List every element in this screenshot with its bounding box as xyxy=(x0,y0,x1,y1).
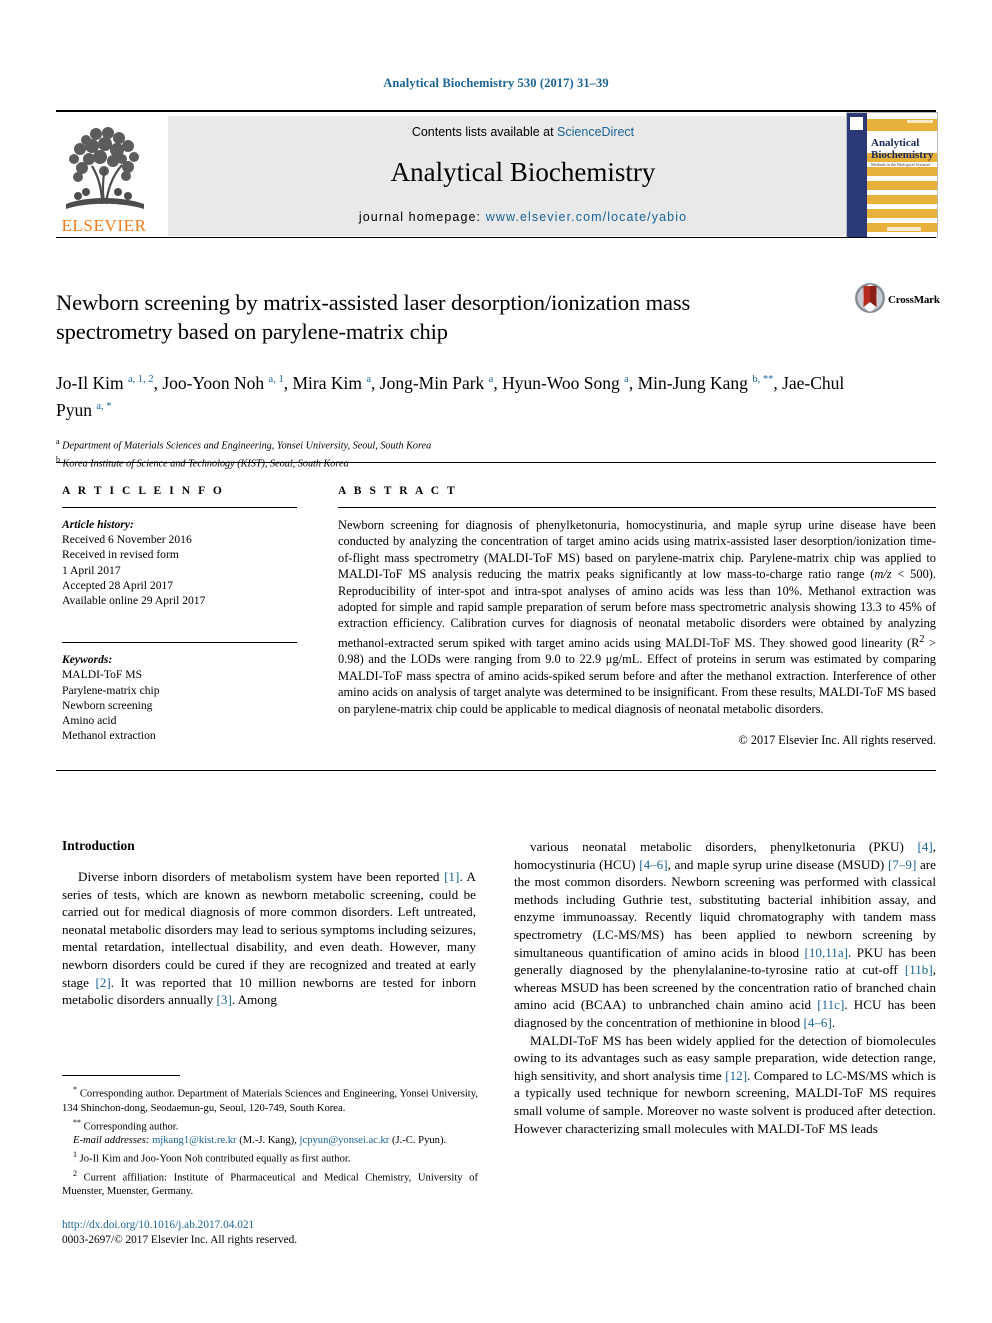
doi-link[interactable]: http://dx.doi.org/10.1016/j.ab.2017.04.0… xyxy=(62,1218,482,1233)
footnote-marker-1: 1 xyxy=(73,1150,77,1160)
citation-ref[interactable]: [4–6] xyxy=(803,1015,831,1030)
title-block: CrossMark Newborn screening by matrix-as… xyxy=(56,283,940,471)
body-paragraph: various neonatal metabolic disorders, ph… xyxy=(514,839,936,1030)
abstract-column: A B S T R A C T Newborn screening for di… xyxy=(338,485,936,748)
email-link-2[interactable]: jcpyun@yonsei.ac.kr xyxy=(300,1135,390,1146)
footnote-note-1: 1 Jo-Il Kim and Joo-Yoon Noh contributed… xyxy=(62,1148,478,1167)
history-item: Received 6 November 2016 xyxy=(62,533,192,547)
article-history-group: Article history: Received 6 November 201… xyxy=(62,517,297,608)
footnote-text: Current affiliation: Institute of Pharma… xyxy=(62,1172,478,1198)
contents-available-line: Contents lists available at ScienceDirec… xyxy=(168,125,878,139)
doi-block: http://dx.doi.org/10.1016/j.ab.2017.04.0… xyxy=(62,1218,482,1248)
svg-text:Biochemistry: Biochemistry xyxy=(871,149,934,161)
abstract-heading: A B S T R A C T xyxy=(338,485,458,497)
journal-cover-thumbnail[interactable]: Analytical Biochemistry Methods in the B… xyxy=(846,112,938,238)
history-item: 1 April 2017 xyxy=(62,563,121,577)
journal-masthead: ELSEVIER Contents lists available at Sci… xyxy=(56,110,938,238)
footnote-corresponding-author-1: * Corresponding author. Department of Ma… xyxy=(62,1083,478,1116)
email-owner-1: (M.-J. Kang) xyxy=(239,1135,295,1147)
citation-ref[interactable]: [2] xyxy=(96,975,111,990)
article-info-rule xyxy=(62,507,297,508)
footnote-block: * Corresponding author. Department of Ma… xyxy=(62,1075,478,1199)
running-head: Analytical Biochemistry 530 (2017) 31–39 xyxy=(383,76,609,90)
footnote-text: Corresponding author. Department of Mate… xyxy=(62,1088,478,1114)
footnote-text: Jo-Il Kim and Joo-Yoon Noh contributed e… xyxy=(79,1153,351,1165)
affiliation-list: a Department of Materials Sciences and E… xyxy=(56,435,886,471)
citation-ref[interactable]: [3] xyxy=(217,992,232,1007)
abstract-bottom-rule xyxy=(56,770,936,771)
issn-copyright-line: 0003-2697/© 2017 Elsevier Inc. All right… xyxy=(62,1234,298,1246)
contents-prefix: Contents lists available at xyxy=(411,125,558,139)
citation-ref[interactable]: [11b] xyxy=(905,962,933,977)
citation-ref[interactable]: [4–6] xyxy=(639,857,667,872)
elsevier-logo: ELSEVIER xyxy=(56,116,152,236)
article-info-column: A R T I C L E I N F O Article history: R… xyxy=(62,485,297,743)
keyword-item: Amino acid xyxy=(62,714,117,728)
footnote-emails: E-mail addresses: mjkang1@kist.re.kr (M.… xyxy=(73,1135,447,1147)
footnote-note-2: 2 Current affiliation: Institute of Phar… xyxy=(62,1167,478,1200)
article-history-label: Article history: xyxy=(62,518,134,531)
citation-ref[interactable]: [12] xyxy=(725,1068,747,1083)
footnote-corresponding-author-2: ** Corresponding author. xyxy=(62,1116,478,1135)
article-info-heading: A R T I C L E I N F O xyxy=(62,485,225,497)
history-item: Available online 29 April 2017 xyxy=(62,594,206,608)
double-asterisk-marker: ** xyxy=(73,1117,81,1127)
crossmark-badge[interactable]: CrossMark xyxy=(854,282,942,322)
body-paragraph: MALDI-ToF MS has been widely applied for… xyxy=(514,1032,936,1136)
svg-text:Analytical: Analytical xyxy=(871,137,919,149)
sciencedirect-link[interactable]: ScienceDirect xyxy=(557,125,634,139)
keywords-group: Keywords: MALDI-ToF MS Parylene-matrix c… xyxy=(62,652,297,743)
citation-ref[interactable]: [7–9] xyxy=(888,857,916,872)
crossmark-label: CrossMark xyxy=(888,294,940,306)
email-owner-2: (J.-C. Pyun). xyxy=(391,1135,447,1147)
body-paragraph: Diverse inborn disorders of metabolism s… xyxy=(62,869,476,1008)
email-link-1[interactable]: mjkang1@kist.re.kr xyxy=(152,1135,237,1146)
svg-text:Methods in the Biological Scie: Methods in the Biological Sciences xyxy=(871,162,931,167)
masthead-top-rule xyxy=(56,110,936,112)
affiliation-item: a Department of Materials Sciences and E… xyxy=(56,436,432,452)
elsevier-wordmark: ELSEVIER xyxy=(61,216,147,235)
contents-banner: Contents lists available at ScienceDirec… xyxy=(168,116,878,236)
journal-title: Analytical Biochemistry xyxy=(390,157,656,187)
keyword-item: Newborn screening xyxy=(62,698,153,712)
abstract-copyright: © 2017 Elsevier Inc. All rights reserved… xyxy=(738,733,936,747)
body-column-left: Introduction Diverse inborn disorders of… xyxy=(62,838,476,1009)
abstract-text: Newborn screening for diagnosis of pheny… xyxy=(338,518,936,716)
introduction-heading: Introduction xyxy=(62,838,135,853)
email-label: E-mail addresses: xyxy=(73,1135,150,1147)
keywords-label: Keywords: xyxy=(62,653,113,667)
journal-homepage-line: journal homepage: www.elsevier.com/locat… xyxy=(168,210,878,224)
keyword-item: Parylene-matrix chip xyxy=(62,683,160,697)
keywords-rule xyxy=(62,642,297,644)
author-list: Jo-Il Kim a, 1, 2, Joo-Yoon Noh a, 1, Mi… xyxy=(56,372,845,420)
abstract-top-rule xyxy=(56,462,936,463)
history-item: Received in revised form xyxy=(62,548,179,562)
journal-homepage-link[interactable]: www.elsevier.com/locate/yabio xyxy=(486,210,687,224)
asterisk-marker: * xyxy=(73,1085,77,1094)
page-title: Newborn screening by matrix-assisted las… xyxy=(56,290,691,344)
crossmark-icon xyxy=(855,283,885,313)
citation-ref[interactable]: [11c] xyxy=(817,997,844,1012)
homepage-prefix: journal homepage: xyxy=(358,210,486,224)
elsevier-tree-icon xyxy=(64,125,144,209)
footnote-marker-2: 2 xyxy=(73,1168,77,1178)
masthead-bottom-rule xyxy=(56,237,936,238)
abstract-rule xyxy=(338,507,936,508)
keyword-item: MALDI-ToF MS xyxy=(62,668,143,682)
footnote-text: Corresponding author. xyxy=(83,1121,179,1133)
history-item: Accepted 28 April 2017 xyxy=(62,578,174,592)
body-column-right: various neonatal metabolic disorders, ph… xyxy=(514,838,936,1137)
citation-ref[interactable]: [10,11a] xyxy=(805,945,849,960)
cover-art: Analytical Biochemistry Methods in the B… xyxy=(847,113,937,237)
footnote-rule xyxy=(62,1075,180,1076)
citation-ref[interactable]: [4] xyxy=(917,839,932,854)
article-page: Analytical Biochemistry 530 (2017) 31–39 xyxy=(0,0,992,1323)
keyword-item: Methanol extraction xyxy=(62,729,156,743)
citation-ref[interactable]: [1] xyxy=(444,869,459,884)
